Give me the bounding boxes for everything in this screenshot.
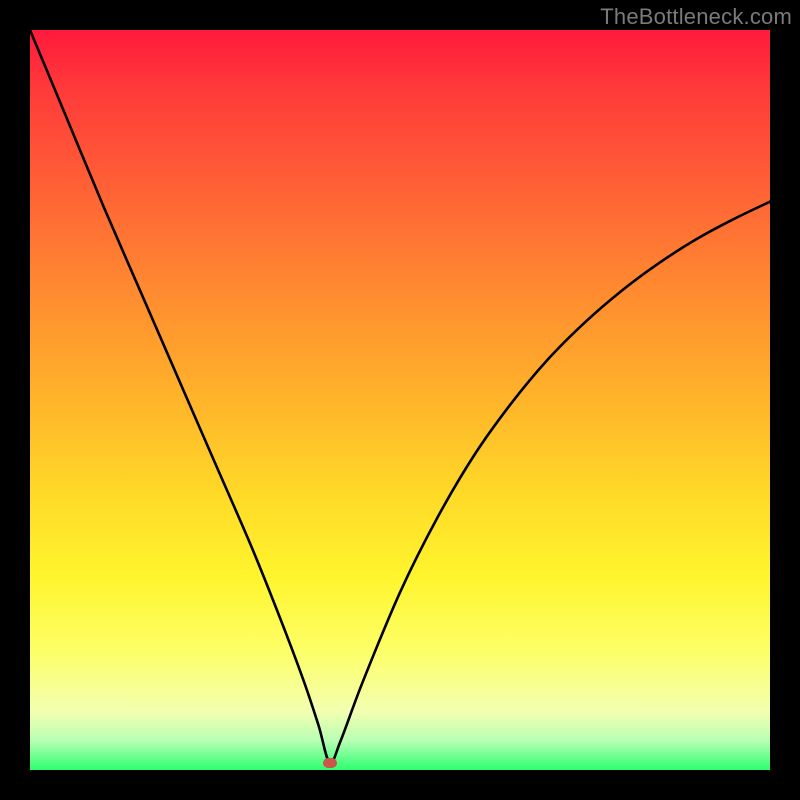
chart-frame: TheBottleneck.com	[0, 0, 800, 800]
watermark-label: TheBottleneck.com	[600, 4, 792, 30]
bottleneck-curve	[30, 30, 770, 770]
plot-area	[30, 30, 770, 770]
optimal-point-marker	[323, 758, 337, 768]
